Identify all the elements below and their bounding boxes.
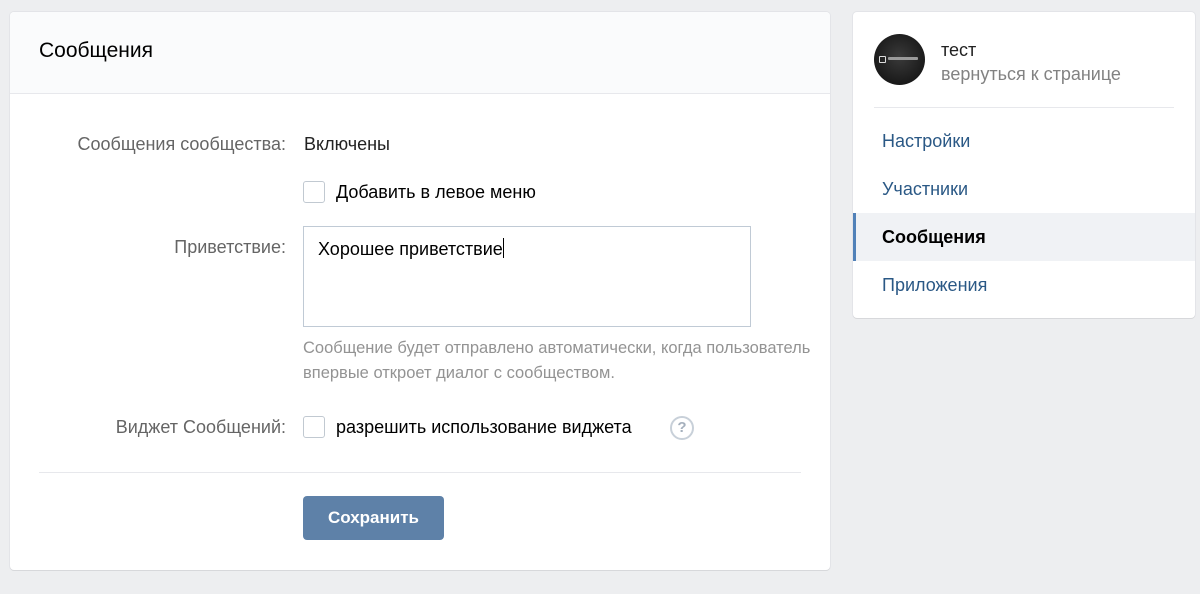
text-caret bbox=[502, 238, 504, 258]
panel-header: Сообщения bbox=[10, 12, 830, 94]
left-menu-checkbox[interactable] bbox=[303, 181, 325, 203]
avatar-logo-icon bbox=[879, 56, 886, 63]
community-messages-label: Сообщения сообщества: bbox=[77, 134, 286, 154]
sidebar-item-messages[interactable]: Сообщения bbox=[853, 213, 1195, 261]
left-menu-checkbox-label[interactable]: Добавить в левое меню bbox=[336, 182, 536, 203]
save-button[interactable]: Сохранить bbox=[303, 496, 444, 540]
sidebar-item-apps[interactable]: Приложения bbox=[853, 261, 1195, 309]
greeting-textarea[interactable]: Хорошее приветствие bbox=[303, 226, 751, 327]
greeting-hint: Сообщение будет отправлено автоматически… bbox=[303, 339, 811, 382]
greeting-text: Хорошее приветствие bbox=[318, 239, 503, 259]
sidebar-item-members[interactable]: Участники bbox=[853, 165, 1195, 213]
community-name[interactable]: тест bbox=[941, 40, 976, 61]
avatar-logo-mark bbox=[888, 57, 918, 60]
widget-checkbox-label[interactable]: разрешить использование виджета bbox=[336, 417, 632, 438]
sidebar-item-settings[interactable]: Настройки bbox=[853, 117, 1195, 165]
back-to-page-link[interactable]: вернуться к странице bbox=[941, 64, 1121, 85]
sidebar: тест вернуться к странице Настройки Учас… bbox=[853, 12, 1195, 318]
help-icon[interactable]: ? bbox=[670, 416, 694, 440]
divider bbox=[39, 472, 801, 473]
sidebar-divider bbox=[874, 107, 1174, 108]
widget-label: Виджет Сообщений: bbox=[115, 417, 286, 437]
messages-settings-panel: Сообщения Сообщения сообщества: Включены… bbox=[10, 12, 830, 570]
greeting-label: Приветствие: bbox=[174, 237, 286, 257]
community-avatar[interactable] bbox=[874, 34, 925, 85]
community-messages-status[interactable]: Включены bbox=[304, 134, 390, 155]
widget-checkbox[interactable] bbox=[303, 416, 325, 438]
page-title: Сообщения bbox=[39, 39, 153, 62]
